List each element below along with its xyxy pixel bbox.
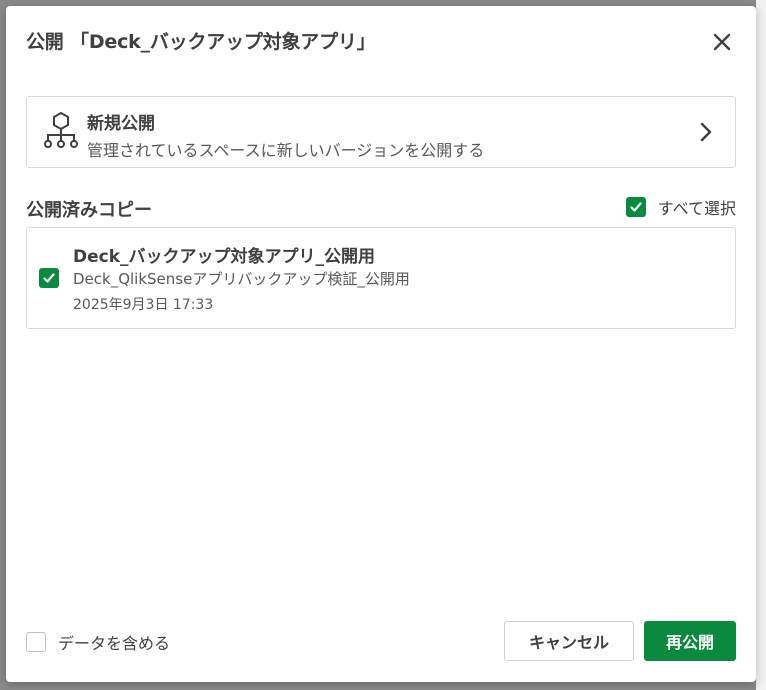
include-data-checkbox[interactable]: データを含める [26,630,170,654]
chevron-right-icon [700,122,712,142]
close-button[interactable] [712,32,732,52]
republish-button[interactable]: 再公開 [644,621,736,661]
background-page-edge [756,0,766,690]
include-data-label: データを含める [58,634,171,653]
copy-item-space: Deck_QlikSenseアプリバックアップ検証_公開用 [73,270,410,288]
select-all-label: すべて選択 [657,199,736,218]
cancel-button[interactable]: キャンセル [504,621,634,661]
hierarchy-icon [44,111,78,148]
select-all-checkbox[interactable]: すべて選択 [625,195,736,219]
published-copies-title: 公開済みコピー [26,200,152,221]
publish-dialog: 公開 「Deck_バックアップ対象アプリ」 新規公開 管理されているスペースに新… [6,6,756,682]
check-icon [43,273,55,283]
copy-item-date: 2025年9月3日 17:33 [73,297,214,313]
new-publish-title: 新規公開 [87,114,155,134]
select-all-check[interactable] [625,197,646,217]
check-icon [630,202,642,212]
new-publish-option[interactable]: 新規公開 管理されているスペースに新しいバージョンを公開する [26,96,736,168]
copy-item-checkbox[interactable] [39,268,59,288]
new-publish-description: 管理されているスペースに新しいバージョンを公開する [87,141,485,160]
include-data-check[interactable] [26,632,46,652]
published-copy-item: Deck_バックアップ対象アプリ_公開用 Deck_QlikSenseアプリバッ… [26,227,736,329]
copy-item-name: Deck_バックアップ対象アプリ_公開用 [73,247,376,267]
close-icon [713,33,731,51]
dialog-title: 公開 「Deck_バックアップ対象アプリ」 [26,31,376,53]
dialog-header: 公開 「Deck_バックアップ対象アプリ」 [26,28,736,56]
